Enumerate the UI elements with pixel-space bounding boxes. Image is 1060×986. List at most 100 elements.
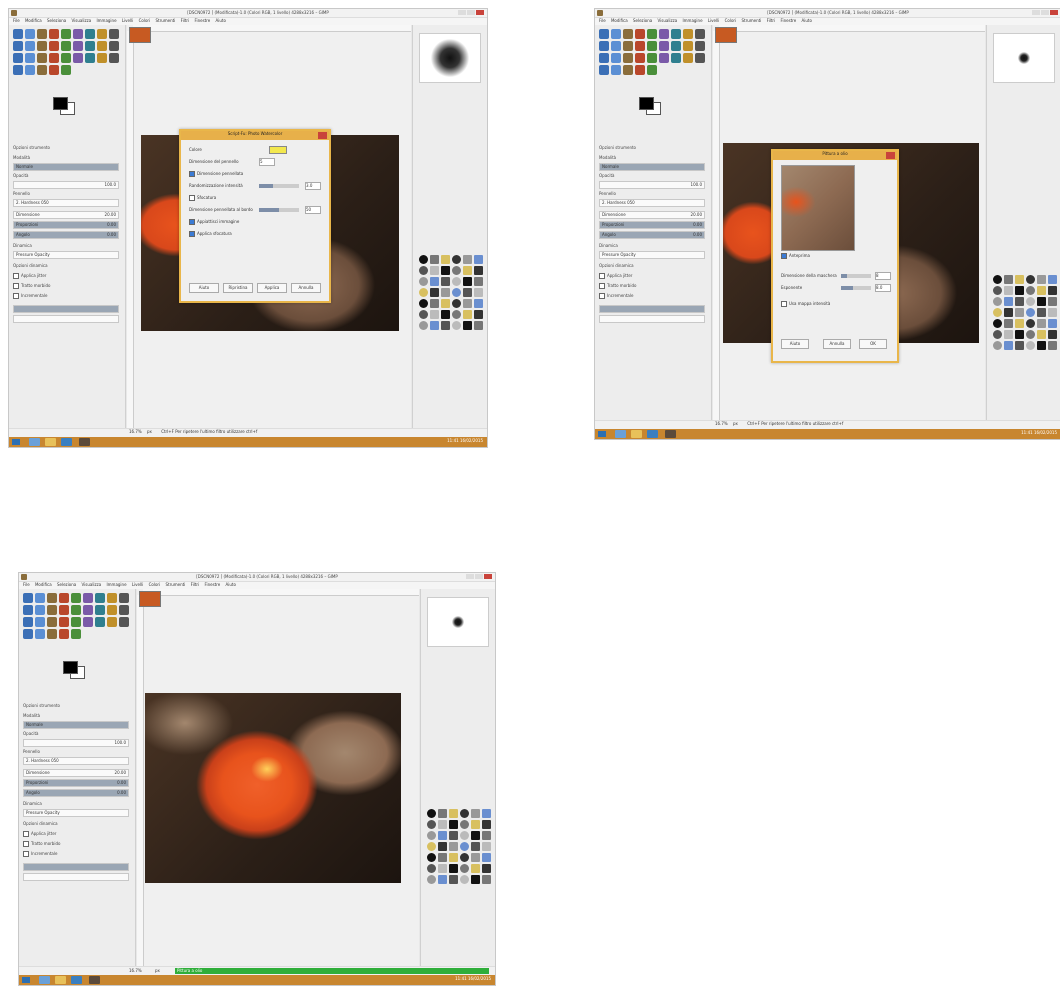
tool-icon[interactable]	[107, 605, 117, 615]
tool-icon[interactable]	[35, 605, 45, 615]
tool-icon[interactable]	[59, 629, 69, 639]
brush-thumbnail-icon[interactable]	[1026, 275, 1035, 284]
brush-thumbnail-icon[interactable]	[441, 288, 450, 297]
angle-slider[interactable]: Angolo 0.00	[23, 789, 129, 797]
dynamics-options[interactable]: Opzioni dinamica	[13, 263, 48, 268]
brush-thumbnail-icon[interactable]	[441, 266, 450, 275]
tool-icon[interactable]	[73, 41, 83, 51]
smooth-checkbox[interactable]	[23, 841, 29, 847]
menu-layer[interactable]: Livelli	[708, 18, 720, 23]
taskbar-app-2[interactable]	[45, 438, 56, 446]
menu-edit[interactable]: Modifica	[25, 18, 42, 23]
color-swatch[interactable]	[269, 146, 287, 154]
brush-thumbnail-icon[interactable]	[463, 288, 472, 297]
tool-icon[interactable]	[47, 617, 57, 627]
taskbar-app-1[interactable]	[39, 976, 50, 984]
brush-thumbnail-icon[interactable]	[474, 321, 483, 330]
smooth-checkbox[interactable]	[599, 283, 605, 289]
menu-filters[interactable]: Filtri	[181, 18, 190, 23]
ok-button[interactable]: OK	[859, 339, 887, 349]
mask-size-slider[interactable]	[841, 274, 871, 278]
tool-icon[interactable]	[25, 29, 35, 39]
brush-thumbnail-icon[interactable]	[449, 831, 458, 840]
jitter-checkbox[interactable]	[13, 273, 19, 279]
extra-option-2[interactable]	[599, 315, 705, 323]
tool-icon[interactable]	[97, 41, 107, 51]
minimize-button[interactable]	[1032, 10, 1040, 15]
tool-icon[interactable]	[25, 53, 35, 63]
brush-thumbnail-icon[interactable]	[438, 853, 447, 862]
menu-image[interactable]: Immagine	[96, 18, 116, 23]
aspect-slider[interactable]: Proporzioni 0.00	[599, 221, 705, 229]
tool-icon[interactable]	[635, 41, 645, 51]
taskbar-gimp[interactable]	[665, 430, 676, 438]
brush-thumbnail-icon[interactable]	[452, 266, 461, 275]
aspect-slider[interactable]: Proporzioni 0.00	[13, 221, 119, 229]
brush-thumbnail-icon[interactable]	[1026, 330, 1035, 339]
start-button[interactable]	[12, 439, 20, 445]
brush-thumbnail-icon[interactable]	[449, 820, 458, 829]
brush-thumbnail-icon[interactable]	[1004, 308, 1013, 317]
zoom-level[interactable]: 16.7%	[129, 429, 142, 434]
zoom-level[interactable]: 16.7%	[129, 968, 142, 973]
brush-thumbnail-icon[interactable]	[419, 299, 428, 308]
brush-thumbnail-icon[interactable]	[1015, 297, 1024, 306]
brush-thumbnail-icon[interactable]	[460, 842, 469, 851]
extra-option-1[interactable]	[599, 305, 705, 313]
tool-icon[interactable]	[671, 29, 681, 39]
brush-thumbnail-icon[interactable]	[482, 820, 491, 829]
tool-icon[interactable]	[73, 29, 83, 39]
tool-icon[interactable]	[611, 41, 621, 51]
tool-icon[interactable]	[13, 53, 23, 63]
smooth-option[interactable]: Tratto morbido	[13, 283, 50, 289]
size-slider[interactable]: Dimensione 20.00	[599, 211, 705, 219]
taskbar-app-2[interactable]	[55, 976, 66, 984]
tool-icon[interactable]	[623, 29, 633, 39]
tool-icon[interactable]	[95, 593, 105, 603]
menu-file[interactable]: File	[13, 18, 20, 23]
maximize-button[interactable]	[467, 10, 475, 15]
tool-icon[interactable]	[599, 41, 609, 51]
brush-thumbnail-icon[interactable]	[1004, 286, 1013, 295]
foreground-color-swatch[interactable]	[639, 97, 654, 110]
tool-icon[interactable]	[13, 65, 23, 75]
angle-slider[interactable]: Angolo 0.00	[13, 231, 119, 239]
tool-icon[interactable]	[23, 629, 33, 639]
brush-thumbnail-icon[interactable]	[427, 853, 436, 862]
menu-view[interactable]: Visualizza	[657, 18, 677, 23]
brush-thumbnail-icon[interactable]	[463, 255, 472, 264]
brush-thumbnail-icon[interactable]	[474, 255, 483, 264]
tool-icon[interactable]	[35, 593, 45, 603]
dynamics-options[interactable]: Opzioni dinamica	[599, 263, 634, 268]
apply-blur-checkbox[interactable]	[189, 231, 195, 237]
menu-help[interactable]: Aiuto	[216, 18, 226, 23]
menu-colors[interactable]: Colori	[149, 582, 161, 587]
tool-icon[interactable]	[37, 53, 47, 63]
brush-thumbnail-icon[interactable]	[471, 809, 480, 818]
taskbar-app-3[interactable]	[647, 430, 658, 438]
brush-thumbnail-icon[interactable]	[430, 310, 439, 319]
preview-checkbox[interactable]	[781, 253, 787, 259]
menu-view[interactable]: Visualizza	[71, 18, 91, 23]
tool-icon[interactable]	[85, 41, 95, 51]
brush-thumbnail-icon[interactable]	[474, 266, 483, 275]
image-tab-thumbnail[interactable]	[715, 27, 737, 43]
tool-icon[interactable]	[659, 53, 669, 63]
tool-icon[interactable]	[25, 41, 35, 51]
tool-icon[interactable]	[599, 29, 609, 39]
tool-icon[interactable]	[47, 593, 57, 603]
brush-thumbnail-icon[interactable]	[452, 321, 461, 330]
brush-thumbnail-icon[interactable]	[993, 308, 1002, 317]
brush-thumbnail-icon[interactable]	[438, 831, 447, 840]
menu-windows[interactable]: Finestre	[780, 18, 796, 23]
brush-thumbnail-icon[interactable]	[993, 286, 1002, 295]
tool-icon[interactable]	[97, 53, 107, 63]
incremental-checkbox[interactable]	[23, 851, 29, 857]
brush-thumbnail-icon[interactable]	[438, 820, 447, 829]
tool-icon[interactable]	[35, 629, 45, 639]
brush-thumbnail-icon[interactable]	[1026, 341, 1035, 350]
brush-thumbnail-icon[interactable]	[419, 277, 428, 286]
menu-layer[interactable]: Livelli	[122, 18, 134, 23]
brush-thumbnail-icon[interactable]	[449, 842, 458, 851]
extra-option-2[interactable]	[13, 315, 119, 323]
